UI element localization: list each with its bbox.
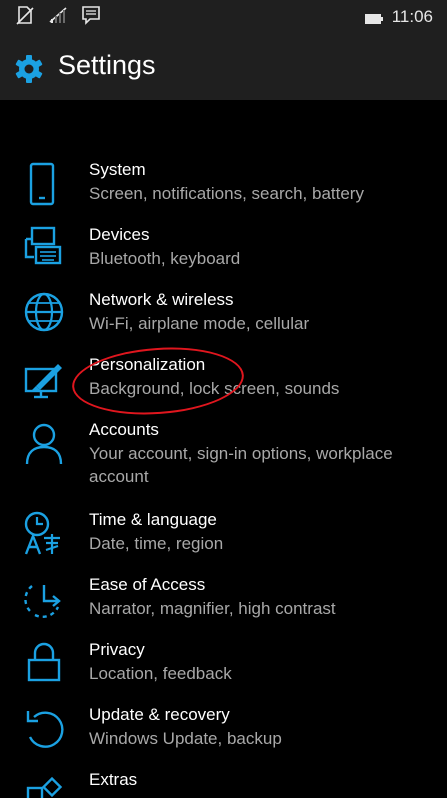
globe-icon [24,292,64,332]
phone-icon [29,162,55,206]
page-title: Settings [58,50,156,80]
item-name: Time & language [89,510,217,529]
settings-item-update-recovery[interactable]: Update & recovery Windows Update, backup [0,703,447,763]
item-description: Screen, notifications, search, battery [89,184,364,203]
settings-item-ease-of-access[interactable]: Ease of Access Narrator, magnifier, high… [0,573,447,633]
no-sim-icon [16,6,34,25]
settings-item-system[interactable]: System Screen, notifications, search, ba… [0,158,447,218]
item-name: Update & recovery [89,705,230,724]
settings-item-accounts[interactable]: Accounts Your account, sign-in options, … [0,418,447,502]
extras-icon [26,776,63,798]
settings-item-privacy[interactable]: Privacy Location, feedback [0,638,447,698]
item-description: Bluetooth, keyboard [89,249,241,268]
item-description: Background, lock screen, sounds [89,379,340,398]
settings-item-devices[interactable]: Devices Bluetooth, keyboard [0,223,447,283]
message-icon [82,6,100,25]
person-icon [25,423,63,465]
item-name: Network & wireless [89,290,234,309]
devices-icon [24,226,62,265]
settings-item-extras[interactable]: Extras [0,768,447,798]
item-description: Date, time, region [89,534,224,553]
settings-item-personalization[interactable]: Personalization Background, lock screen,… [0,353,447,413]
item-name: System [89,160,146,179]
clock: 11:06 [391,7,433,26]
item-name: Accounts [89,420,159,439]
title-bar: Settings [0,36,447,100]
item-description: Narrator, magnifier, high contrast [89,599,336,618]
settings-item-time-language[interactable]: Time & language Date, time, region [0,508,447,568]
item-description: Your account, sign-in options, workplace… [89,444,393,486]
item-name: Personalization [89,355,206,374]
battery-icon [365,14,383,24]
gear-icon [15,55,43,83]
item-name: Devices [89,225,150,244]
update-icon [26,711,64,748]
status-bar: 11:06 [0,0,447,36]
item-description: Location, feedback [89,664,232,683]
settings-item-network[interactable]: Network & wireless Wi-Fi, airplane mode,… [0,288,447,348]
ease-of-access-icon [24,585,61,618]
time-language-icon [24,511,60,555]
item-name: Privacy [89,640,145,659]
personalization-icon [24,364,62,399]
item-name: Extras [89,770,138,789]
item-description: Wi-Fi, airplane mode, cellular [89,314,310,333]
lock-icon [27,642,61,682]
settings-screen: 11:06 Settings System Screen, notificati… [0,0,447,798]
signal-icon [49,7,67,23]
item-name: Ease of Access [89,575,206,594]
item-description: Windows Update, backup [89,729,282,748]
